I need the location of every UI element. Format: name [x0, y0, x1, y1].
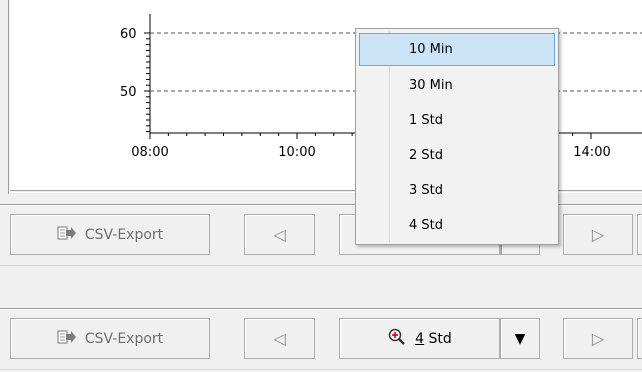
toolbar-edge-button[interactable]: [637, 318, 642, 359]
export-icon: [57, 329, 77, 349]
x-tick-1000: 10:00: [278, 145, 315, 160]
y-tick-50: 50: [120, 85, 137, 100]
left-arrow-icon: ◁: [273, 225, 286, 244]
csv-export-button[interactable]: CSV-Export: [10, 318, 210, 359]
menu-item-label: 30 Min: [409, 78, 453, 93]
right-arrow-icon: ▷: [591, 329, 605, 348]
left-arrow-icon: ◁: [273, 329, 286, 348]
zoom-range-unit: Std: [424, 330, 452, 347]
y-axis-ticks: [144, 32, 150, 133]
toolbar-separator-highlight: [0, 309, 642, 310]
zoom-range-label: 4 Std: [415, 331, 452, 347]
next-button[interactable]: ▷: [563, 318, 633, 359]
next-button[interactable]: ▷: [563, 214, 633, 255]
x-tick-1400: 14:00: [573, 145, 610, 160]
menu-item-label: 2 Std: [409, 148, 444, 163]
export-icon: [57, 225, 77, 245]
x-tick-0800: 08:00: [131, 145, 168, 160]
menu-item-2-std[interactable]: 2 Std: [359, 139, 555, 172]
y-tick-60: 60: [120, 27, 137, 42]
menu-item-30-min[interactable]: 30 Min: [359, 69, 555, 102]
menu-item-4-std[interactable]: 4 Std: [359, 209, 555, 242]
toolbar-edge-button[interactable]: [637, 214, 642, 255]
menu-item-10-min[interactable]: 10 Min: [359, 33, 555, 66]
menu-item-label: 3 Std: [409, 183, 444, 198]
zoom-range-accelerator: 4: [415, 330, 425, 347]
zoom-range-menu: 10 Min 30 Min 1 Std 2 Std 3 Std 4 Std: [355, 28, 559, 245]
previous-button[interactable]: ◁: [244, 318, 315, 359]
menu-item-label: 10 Min: [409, 42, 453, 57]
csv-export-button[interactable]: CSV-Export: [10, 214, 210, 255]
toolbar-bottom-border: [0, 369, 642, 370]
zoom-dropdown-button[interactable]: ▼: [500, 318, 540, 359]
right-arrow-icon: ▷: [591, 225, 605, 244]
previous-button[interactable]: ◁: [244, 214, 315, 255]
panel-left-border: [8, 0, 9, 194]
zoom-range-button[interactable]: 4 Std: [339, 318, 500, 359]
menu-item-label: 1 Std: [409, 113, 444, 128]
menu-item-1-std[interactable]: 1 Std: [359, 104, 555, 137]
menu-item-label: 4 Std: [409, 218, 444, 233]
toolbar-bottom: CSV-Export ◁ 4 Std ▼ ▷: [0, 308, 642, 370]
zoom-icon: [387, 328, 407, 350]
toolbar-bottom-border: [0, 265, 642, 266]
csv-export-label: CSV-Export: [84, 330, 164, 347]
csv-export-label: CSV-Export: [84, 226, 164, 243]
menu-item-3-std[interactable]: 3 Std: [359, 174, 555, 207]
dropdown-arrow-icon: ▼: [514, 330, 526, 347]
